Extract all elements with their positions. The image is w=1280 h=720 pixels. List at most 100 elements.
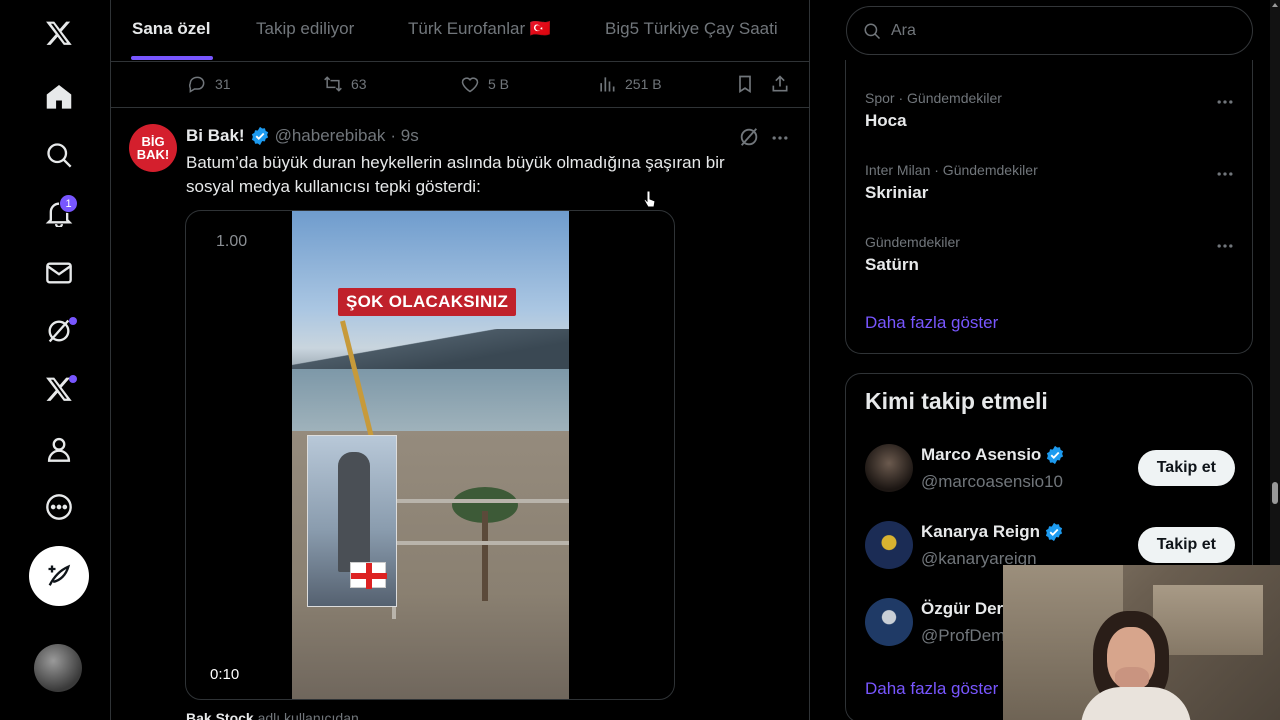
views-button[interactable]: 251 B [597,74,662,94]
search-icon [864,23,881,39]
search-icon[interactable] [29,130,89,180]
verified-badge-icon [1045,522,1063,542]
video-credit: Bak Stock adlı kullanıcıdan [186,710,359,720]
timeline-tabs: Sana özel Takip ediliyor Türk Eurofanlar… [111,0,809,62]
tab-for-you[interactable]: Sana özel [132,19,210,39]
tweet[interactable]: BİG BAK! Bi Bak! @haberebibak · 9s Batum… [111,108,809,720]
grok-new-dot [69,317,77,325]
hand-cursor-icon [643,190,656,208]
verified-badge-icon [1047,445,1064,465]
like-button[interactable]: 5 B [460,74,509,94]
account-avatar[interactable] [34,644,82,692]
trends-panel: Spor · Gündemdekiler Hoca Inter Milan · … [845,60,1253,354]
bookmark-button[interactable] [735,74,755,94]
like-count: 5 B [488,76,510,92]
tweet-timestamp[interactable]: · 9s [390,126,418,146]
user-handle: @ProfDem [921,626,1006,645]
notifications-bell-icon[interactable]: 1 [29,188,89,238]
georgian-flag [350,562,387,589]
active-tab-indicator [131,56,213,60]
reply-button[interactable]: 31 [187,74,231,94]
user-avatar[interactable] [865,521,913,569]
repost-button[interactable]: 63 [323,74,367,94]
trend-item[interactable]: Gündemdekiler Satürn [865,234,1235,275]
tweet-text: Batum’da büyük duran heykellerin aslında… [186,153,725,196]
user-name: Kanarya Reign [921,522,1041,541]
trend-item[interactable]: Spor · Gündemdekiler Hoca [865,90,1235,131]
who-to-follow-show-more-link[interactable]: Daha fazla göster [865,679,998,699]
heart-icon [461,77,479,93]
playback-speed: 1.00 [216,233,248,250]
feather-plus-icon [48,564,71,586]
app-root: 1 Sana özel Takip ediliyor Türk Eurofanl… [0,0,1280,720]
search-input[interactable] [891,21,1211,40]
video-time: 0:10 [210,666,240,683]
video-overlay-caption: ŞOK OLACAKSINIZ [338,288,517,316]
more-circle-icon[interactable] [29,482,89,532]
views-count: 251 B [625,76,662,92]
share-button[interactable] [770,74,790,94]
avatar-logo-line2: BAK! [136,147,170,162]
profile-person-icon[interactable] [29,424,89,474]
more-options-icon[interactable] [1215,92,1235,112]
previous-post-actions: 31 63 5 B 251 B [111,62,809,108]
trend-name: Skriniar [865,183,929,202]
repost-count: 63 [351,76,367,92]
tweet-author-avatar[interactable]: BİG BAK! [129,124,177,172]
premium-new-dot [69,375,77,383]
more-options-icon[interactable] [1215,236,1235,256]
grok-icon[interactable] [29,306,89,356]
tab-big5-cay-saati[interactable]: Big5 Türkiye Çay Saati [605,19,778,39]
video-frame: ŞOK OLACAKSINIZ [292,211,569,699]
more-options-icon[interactable] [1215,164,1235,184]
tweet-author-name[interactable]: Bi Bak! [186,126,245,146]
follow-button[interactable]: Takip et [1137,527,1235,563]
user-handle: @marcoasensio10 [921,472,1063,491]
repost-icon [324,76,342,92]
user-avatar[interactable] [865,444,913,492]
video-railing [392,499,569,619]
user-avatar[interactable] [865,598,913,646]
video-railing-bar [392,541,569,545]
compose-post-button[interactable] [29,546,89,606]
main-timeline: Sana özel Takip ediliyor Türk Eurofanlar… [111,0,810,720]
tweet-author-handle[interactable]: @haberebibak [275,126,386,146]
home-icon[interactable] [29,72,89,122]
video-inset-statues [307,435,397,607]
user-name-row: Marco Asensio [921,445,1065,465]
webcam-person-hand [1115,667,1149,689]
follow-button[interactable]: Takip et [1137,450,1235,486]
search-box[interactable] [846,6,1253,55]
trend-name: Hoca [865,111,907,130]
scrollbar-thumb[interactable] [1272,482,1278,504]
notifications-badge: 1 [59,194,78,213]
trend-name: Satürn [865,255,919,274]
views-bar-chart-icon [600,77,615,92]
premium-x-icon[interactable] [29,364,89,414]
webcam-overlay [1003,565,1280,720]
more-options-icon[interactable] [770,128,790,148]
user-name: Özgür Der [921,599,1004,618]
reply-count: 31 [215,76,231,92]
credit-user[interactable]: Bak Stock [186,710,254,720]
scroll-up-arrow-icon[interactable] [1272,2,1278,8]
credit-suffix: adlı kullanıcıdan [253,710,359,720]
x-logo-icon[interactable] [29,8,89,58]
trend-item[interactable]: Inter Milan · Gündemdekiler Skriniar [865,162,1235,203]
trends-show-more-link[interactable]: Daha fazla göster [865,313,998,333]
trend-category: Spor · Gündemdekiler [865,90,1002,106]
trend-category: Gündemdekiler [865,234,960,250]
user-name-row: Kanarya Reign [921,522,1064,542]
trend-category: Inter Milan · Gündemdekiler [865,162,1038,178]
tweet-video-player[interactable]: 1.00 ŞOK OLACAKSINIZ 0:10 [185,210,675,700]
tweet-header: Bi Bak! @haberebibak · 9s [186,126,419,146]
follow-suggestion[interactable]: Marco Asensio @marcoasensio10 Takip et [865,438,1235,498]
tab-turk-eurofanlar[interactable]: Türk Eurofanlar 🇹🇷 [408,19,551,39]
user-name: Marco Asensio [921,445,1042,464]
tab-following[interactable]: Takip ediliyor [256,19,354,39]
grok-explain-icon[interactable] [738,126,760,148]
video-sea [292,369,569,431]
messages-envelope-icon[interactable] [29,248,89,298]
user-name-row: Özgür Der [921,599,1003,619]
video-mountains [292,329,569,369]
